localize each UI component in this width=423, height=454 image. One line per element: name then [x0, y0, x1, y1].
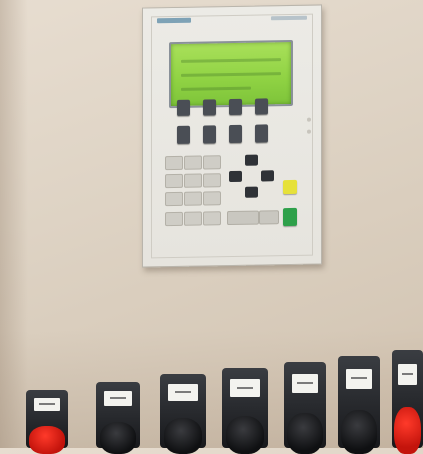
- function-key[interactable]: [229, 124, 242, 144]
- lcd-display: [169, 39, 293, 109]
- control-key[interactable]: [259, 210, 279, 225]
- function-keys-row-2: [177, 124, 268, 144]
- numeric-key[interactable]: [184, 155, 202, 170]
- numeric-key[interactable]: [165, 173, 183, 189]
- numeric-key[interactable]: [203, 191, 221, 206]
- function-key[interactable]: [203, 99, 216, 116]
- button-label-plate: [168, 384, 198, 401]
- lcd-text-line: [181, 58, 281, 63]
- button-label-plate: [345, 368, 373, 390]
- numeric-key[interactable]: [203, 173, 221, 188]
- red-button-cap[interactable]: [394, 406, 421, 454]
- push-button-6[interactable]: [338, 356, 380, 454]
- numeric-key[interactable]: [184, 191, 202, 206]
- numeric-key[interactable]: [203, 155, 221, 170]
- arrow-up-key[interactable]: [245, 154, 258, 166]
- arrow-down-key[interactable]: [245, 186, 258, 198]
- black-button-cap[interactable]: [99, 422, 137, 454]
- operator-panel: [142, 4, 322, 268]
- red-button-cap[interactable]: [29, 426, 65, 454]
- lcd-text-line: [181, 86, 251, 91]
- button-label-plate: [397, 363, 418, 386]
- black-button-cap[interactable]: [341, 409, 377, 454]
- lcd-text-line: [181, 72, 281, 77]
- function-keys-row-1: [177, 98, 268, 116]
- control-key[interactable]: [227, 210, 259, 226]
- acknowledge-key[interactable]: [283, 179, 297, 195]
- push-button-7[interactable]: [392, 350, 423, 454]
- numeric-key[interactable]: [203, 211, 221, 226]
- function-key[interactable]: [177, 125, 190, 144]
- function-key[interactable]: [255, 98, 268, 115]
- numeric-key[interactable]: [165, 211, 183, 227]
- function-key[interactable]: [203, 125, 216, 144]
- model-plate: [271, 15, 307, 21]
- push-button-1[interactable]: [26, 390, 68, 454]
- arrow-left-key[interactable]: [229, 170, 242, 183]
- numeric-key[interactable]: [184, 211, 202, 226]
- push-button-3[interactable]: [160, 374, 206, 454]
- function-key[interactable]: [229, 98, 242, 116]
- enter-key[interactable]: [283, 207, 297, 227]
- button-label-plate: [103, 391, 133, 406]
- numeric-key[interactable]: [165, 155, 183, 171]
- brand-logo: [157, 17, 191, 24]
- function-key[interactable]: [255, 124, 268, 143]
- push-button-2[interactable]: [96, 382, 140, 454]
- black-button-cap[interactable]: [163, 418, 203, 454]
- button-label-plate: [291, 374, 319, 393]
- numeric-key[interactable]: [184, 173, 202, 188]
- button-label-plate: [33, 398, 61, 411]
- button-label-plate: [230, 379, 260, 397]
- arrow-right-key[interactable]: [261, 170, 274, 182]
- black-button-cap[interactable]: [225, 415, 265, 454]
- numeric-key[interactable]: [165, 191, 183, 207]
- control-cabinet-photo: [0, 0, 423, 454]
- keypad: [165, 154, 299, 250]
- push-button-5[interactable]: [284, 362, 326, 454]
- function-key[interactable]: [177, 99, 190, 116]
- push-button-4[interactable]: [222, 368, 268, 454]
